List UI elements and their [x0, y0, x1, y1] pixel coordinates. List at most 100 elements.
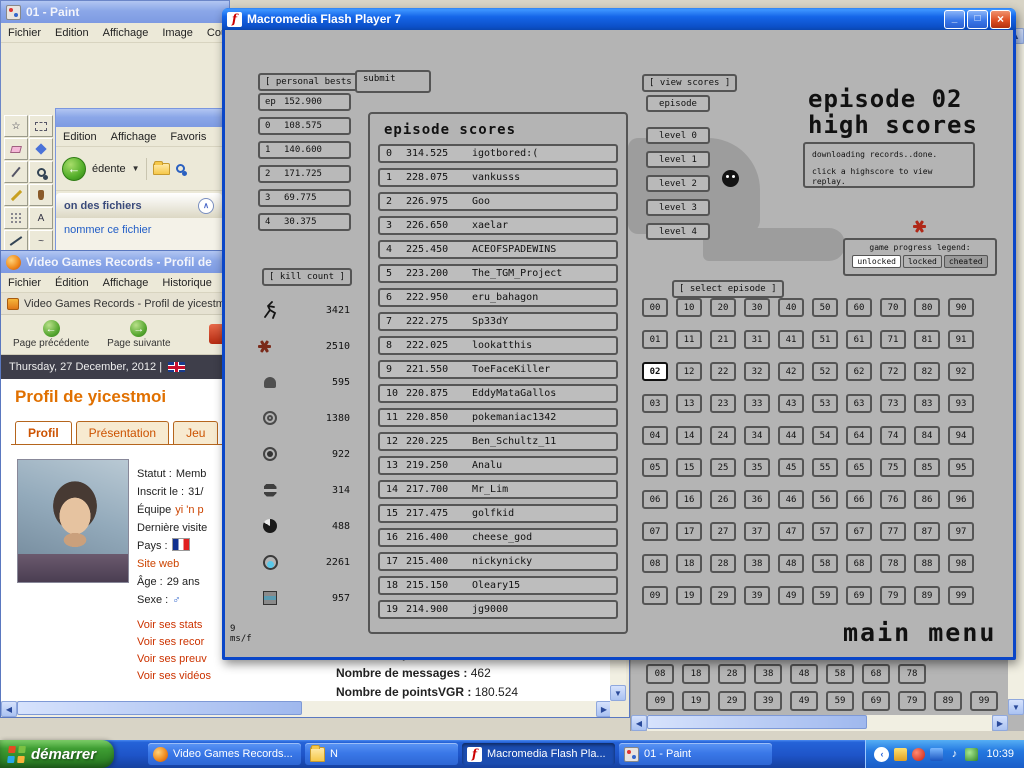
clock[interactable]: 10:39	[986, 748, 1014, 760]
line-tool[interactable]	[4, 230, 28, 252]
episode-cell[interactable]: 76	[880, 490, 906, 509]
episode-cell[interactable]: 79	[898, 691, 926, 711]
taskbar-task-button[interactable]: Macromedia Flash Pla...	[462, 743, 615, 765]
episode-cell[interactable]: 55	[812, 458, 838, 477]
episode-cell[interactable]: 61	[846, 330, 872, 349]
pencil-tool[interactable]	[4, 184, 28, 206]
episode-cell[interactable]: 58	[826, 664, 854, 684]
episode-cell[interactable]: 82	[914, 362, 940, 381]
episode-cell[interactable]: 09	[642, 586, 668, 605]
highscore-row[interactable]: 11 220.850 pokemaniac1342	[378, 408, 618, 427]
episode-cell[interactable]: 91	[948, 330, 974, 349]
episode-cell[interactable]: 86	[914, 490, 940, 509]
episode-cell[interactable]: 29	[718, 691, 746, 711]
explorer-titlebar[interactable]	[56, 109, 222, 127]
episode-cell[interactable]: 66	[846, 490, 872, 509]
text-tool[interactable]: A	[29, 207, 53, 229]
episode-cell[interactable]: 89	[934, 691, 962, 711]
episode-cell[interactable]: 37	[744, 522, 770, 541]
paint-menu-item[interactable]: Fichier	[1, 25, 48, 41]
browser-menu-item[interactable]: Affichage	[96, 275, 156, 291]
uk-flag-icon[interactable]	[168, 362, 185, 372]
episode-cell[interactable]: 38	[744, 554, 770, 573]
episode-cell[interactable]: 31	[744, 330, 770, 349]
episode-cell[interactable]: 10	[676, 298, 702, 317]
episode-cell[interactable]: 43	[778, 394, 804, 413]
taskbar-task-button[interactable]: N	[305, 743, 458, 765]
scroll-down-button[interactable]: ▼	[610, 685, 626, 701]
episode-cell[interactable]: 33	[744, 394, 770, 413]
episode-cell[interactable]: 68	[846, 554, 872, 573]
episode-cell[interactable]: 72	[880, 362, 906, 381]
episode-cell[interactable]: 62	[846, 362, 872, 381]
explorer-menu-item[interactable]: Favoris	[163, 129, 213, 145]
episode-cell[interactable]: 95	[948, 458, 974, 477]
episode-cell[interactable]: 23	[710, 394, 736, 413]
episode-cell[interactable]: 48	[790, 664, 818, 684]
paint-menu-item[interactable]: Affichage	[96, 25, 156, 41]
episode-cell[interactable]: 38	[754, 664, 782, 684]
episode-cell[interactable]: 54	[812, 426, 838, 445]
episode-cell[interactable]: 59	[826, 691, 854, 711]
profile-tab[interactable]: Jeu	[173, 421, 218, 444]
episode-cell[interactable]: 17	[676, 522, 702, 541]
explorer-menu-item[interactable]: Edition	[56, 129, 104, 145]
close-button[interactable]: ×	[990, 10, 1011, 29]
episode-cell[interactable]: 45	[778, 458, 804, 477]
taskbar-task-button[interactable]: Video Games Records...	[148, 743, 301, 765]
profile-tab[interactable]: Profil	[15, 421, 72, 444]
episode-cell[interactable]: 05	[642, 458, 668, 477]
browser-menu-item[interactable]: Historique	[155, 275, 219, 291]
highscore-row[interactable]: 9 221.550 ToeFaceKiller	[378, 360, 618, 379]
highscore-row[interactable]: 1 228.075 vankusss	[378, 168, 618, 187]
highscore-row[interactable]: 5 223.200 The_TGM_Project	[378, 264, 618, 283]
brush-tool[interactable]	[29, 184, 53, 206]
airbrush-tool[interactable]	[4, 207, 28, 229]
color-picker-tool[interactable]	[4, 161, 28, 183]
chevron-up-icon[interactable]: ∧	[198, 198, 214, 214]
episode-cell[interactable]: 83	[914, 394, 940, 413]
view-scores-button[interactable]: level 2	[646, 175, 710, 192]
highscore-row[interactable]: 8 222.025 lookatthis	[378, 336, 618, 355]
episode-cell[interactable]: 84	[914, 426, 940, 445]
main-menu-button[interactable]: main menu	[843, 618, 996, 647]
highscore-row[interactable]: 16 216.400 cheese_god	[378, 528, 618, 547]
hidden-icons-chevron[interactable]: ‹	[874, 747, 889, 762]
episode-cell[interactable]: 26	[710, 490, 736, 509]
network-icon[interactable]	[965, 748, 978, 761]
episode-cell[interactable]: 11	[676, 330, 702, 349]
free-select-tool[interactable]: ☆	[4, 115, 28, 137]
eraser-tool[interactable]	[4, 138, 28, 160]
highscore-row[interactable]: 19 214.900 jg9000	[378, 600, 618, 619]
episode-cell[interactable]: 29	[710, 586, 736, 605]
highscore-row[interactable]: 3 226.650 xaelar	[378, 216, 618, 235]
scroll-left-button[interactable]: ◀	[631, 715, 647, 731]
highscore-row[interactable]: 10 220.875 EddyMataGallos	[378, 384, 618, 403]
start-button[interactable]: démarrer	[0, 740, 114, 768]
episode-cell[interactable]: 20	[710, 298, 736, 317]
scroll-down-button[interactable]: ▼	[1008, 699, 1024, 715]
episode-cell[interactable]: 51	[812, 330, 838, 349]
update-tray-icon[interactable]	[894, 748, 907, 761]
back-icon[interactable]: ←	[62, 157, 86, 181]
chevron-down-icon[interactable]: ▼	[132, 164, 140, 173]
magnifier-tool[interactable]	[29, 161, 53, 183]
episode-cell[interactable]: 35	[744, 458, 770, 477]
episode-cell[interactable]: 13	[676, 394, 702, 413]
highscore-row[interactable]: 14 217.700 Mr_Lim	[378, 480, 618, 499]
episode-cell[interactable]: 99	[948, 586, 974, 605]
messenger-tray-icon[interactable]	[930, 748, 943, 761]
flash-titlebar[interactable]: Macromedia Flash Player 7 _ □ ×	[222, 8, 1016, 30]
episode-cell[interactable]: 22	[710, 362, 736, 381]
episode-cell[interactable]: 74	[880, 426, 906, 445]
episode-cell[interactable]: 16	[676, 490, 702, 509]
antivirus-tray-icon[interactable]	[912, 748, 925, 761]
paint-menu-item[interactable]: Edition	[48, 25, 96, 41]
scrollbar-thumb[interactable]	[17, 701, 302, 715]
file-tasks-header[interactable]: on des fichiers ∧	[56, 193, 222, 218]
highscore-row[interactable]: 17 215.400 nickynicky	[378, 552, 618, 571]
profile-link[interactable]: Voir ses stats	[137, 617, 211, 634]
episode-cell[interactable]: 87	[914, 522, 940, 541]
episode-cell[interactable]: 09	[646, 691, 674, 711]
episode-cell[interactable]: 69	[862, 691, 890, 711]
